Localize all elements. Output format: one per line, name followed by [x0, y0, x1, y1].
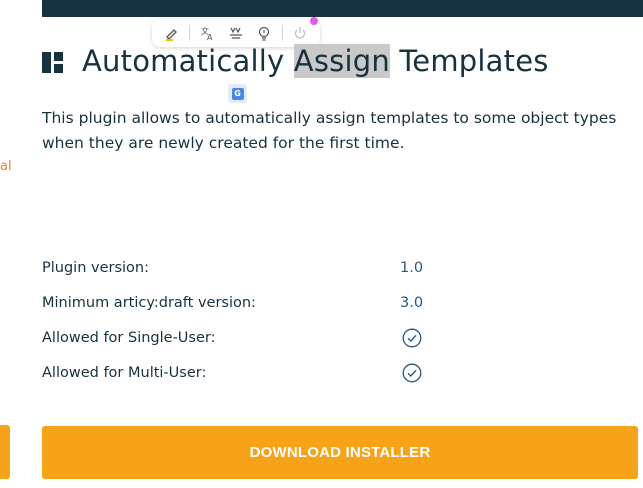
lightbulb-icon[interactable]	[253, 22, 275, 44]
translate-icon[interactable]: 文A	[197, 22, 219, 44]
top-banner	[42, 0, 643, 17]
translate-badge-icon[interactable]: G	[228, 84, 247, 103]
page-title: Automatically Assign Templates	[82, 44, 549, 78]
svg-text:A: A	[207, 33, 213, 41]
info-label: Plugin version:	[42, 260, 149, 276]
summarize-icon[interactable]	[225, 22, 247, 44]
toolbar-divider	[281, 25, 283, 41]
title-part: Automatically	[82, 44, 294, 78]
plugin-info-table: Plugin version: 1.0 Minimum articy:draft…	[42, 256, 442, 396]
info-row-single-user: Allowed for Single-User:	[42, 326, 442, 361]
title-selected-text: Assign	[293, 44, 390, 78]
info-label: Minimum articy:draft version:	[42, 295, 256, 311]
info-label: Allowed for Single-User:	[42, 330, 216, 346]
plugin-description: This plugin allows to automatically assi…	[42, 109, 617, 152]
highlighter-icon[interactable]	[161, 22, 183, 44]
title-part: Templates	[389, 44, 549, 78]
check-circle-icon	[402, 363, 422, 383]
left-panel-edge: al	[0, 0, 24, 488]
selection-toolbar: 文A	[152, 17, 320, 47]
info-value: 3.0	[400, 295, 424, 311]
power-icon[interactable]	[289, 22, 311, 44]
info-row-minimum-version: Minimum articy:draft version: 3.0	[42, 291, 442, 326]
cut-off-text: al	[0, 159, 12, 174]
toolbar-divider	[189, 25, 191, 41]
plugin-logo-icon	[42, 51, 63, 73]
cut-off-button[interactable]	[0, 425, 10, 479]
notification-dot	[310, 17, 318, 25]
page-heading: Automatically Assign Templates	[42, 44, 549, 78]
info-label: Allowed for Multi-User:	[42, 365, 207, 381]
info-row-plugin-version: Plugin version: 1.0	[42, 256, 442, 291]
download-installer-button[interactable]: DOWNLOAD INSTALLER	[42, 426, 638, 479]
check-circle-icon	[402, 328, 422, 348]
info-value: 1.0	[400, 260, 424, 276]
info-row-multi-user: Allowed for Multi-User:	[42, 361, 442, 396]
